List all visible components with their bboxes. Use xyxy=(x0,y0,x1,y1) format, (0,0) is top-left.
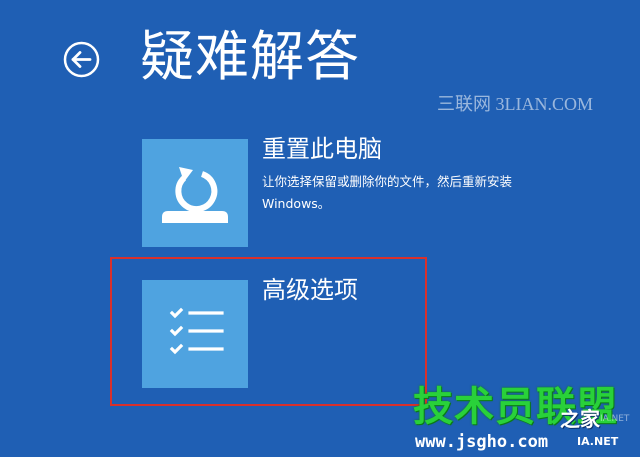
reset-pc-icon xyxy=(162,167,228,223)
watermark-url-tail: IA.NET xyxy=(577,435,619,448)
watermark-faded: IA.NET xyxy=(600,414,630,424)
option-reset-pc-title: 重置此电脑 xyxy=(262,135,382,163)
option-reset-pc-description: 让你选择保留或删除你的文件，然后重新安装 Windows。 xyxy=(262,174,513,211)
watermark-brand-suffix: 之家 xyxy=(560,407,600,431)
back-arrow-icon xyxy=(63,41,100,78)
advanced-options-tile[interactable] xyxy=(142,280,248,388)
option-advanced-title: 高级选项 xyxy=(262,276,358,304)
back-button[interactable] xyxy=(63,41,100,78)
advanced-options-checklist-icon xyxy=(169,307,224,355)
watermark-url: www.jsgho.com xyxy=(415,432,549,452)
page-title: 疑难解答 xyxy=(140,25,360,88)
reset-pc-tile[interactable] xyxy=(142,139,248,247)
watermark-top: 三联网 3LIAN.COM xyxy=(437,94,593,114)
watermark-bottom: 技术员联盟 之家 IA.NET www.jsgho.com IA.NET xyxy=(410,383,640,457)
